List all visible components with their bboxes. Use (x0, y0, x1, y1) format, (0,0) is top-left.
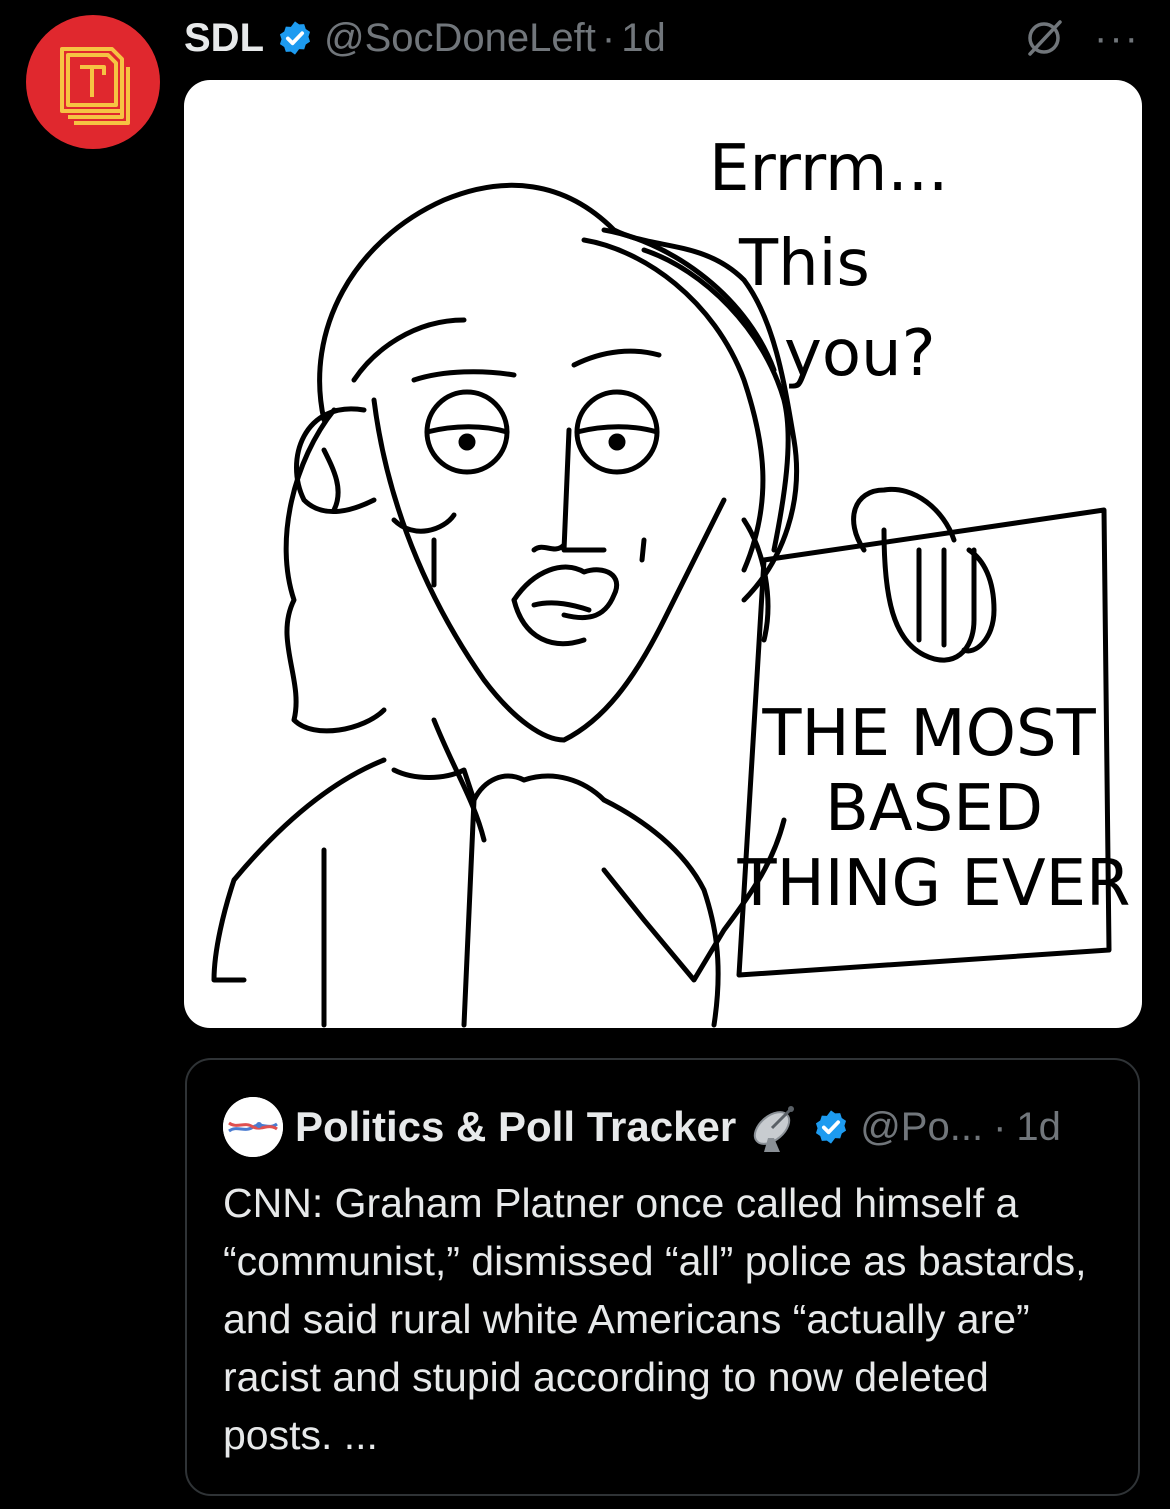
satellite-dish-icon (754, 1106, 795, 1152)
comic-drawing: Errrm... This you? THE MOST BASED THING … (211, 132, 1131, 1028)
tweet-image[interactable]: Errrm... This you? THE MOST BASED THING … (184, 80, 1142, 1028)
verified-badge-icon (279, 21, 311, 55)
quoted-tweet-header: Politics & Poll Tracker @Po... · 1d (223, 1096, 1061, 1158)
poll-chart-avatar-icon (223, 1097, 283, 1157)
quoted-verified-badge-icon (816, 1110, 847, 1144)
speech-line-3: you? (784, 317, 936, 391)
author-avatar[interactable] (26, 15, 160, 149)
tweet-actions-top: ··· (1022, 10, 1140, 66)
speech-line-1: Errrm... (709, 132, 948, 206)
author-name[interactable]: SDL (184, 16, 264, 61)
tweet-header: SDL @SocDoneLeft · 1d ··· (184, 10, 1140, 66)
quoted-author-handle[interactable]: @Po... (860, 1105, 983, 1150)
sign-line-3: THING EVER (736, 847, 1130, 921)
sign-line-1: THE MOST (761, 697, 1096, 771)
quoted-author-avatar[interactable] (223, 1097, 283, 1157)
more-icon[interactable]: ··· (1094, 18, 1140, 58)
quoted-tweet[interactable]: Politics & Poll Tracker @Po... · 1d CNN:… (185, 1058, 1140, 1496)
quoted-separator-dot: · (993, 1104, 1007, 1149)
grok-icon[interactable] (1022, 16, 1066, 60)
separator-dot: · (601, 15, 616, 60)
t-logo-icon (60, 47, 130, 125)
sign-line-2: BASED (825, 772, 1043, 846)
quoted-timestamp[interactable]: 1d (1016, 1105, 1061, 1150)
speech-line-2: This (738, 227, 870, 301)
tweet-timestamp[interactable]: 1d (621, 16, 666, 61)
author-handle[interactable]: @SocDoneLeft (324, 16, 596, 61)
quoted-tweet-text: CNN: Graham Platner once called himself … (223, 1180, 1087, 1458)
quoted-author-name[interactable]: Politics & Poll Tracker (295, 1103, 736, 1151)
